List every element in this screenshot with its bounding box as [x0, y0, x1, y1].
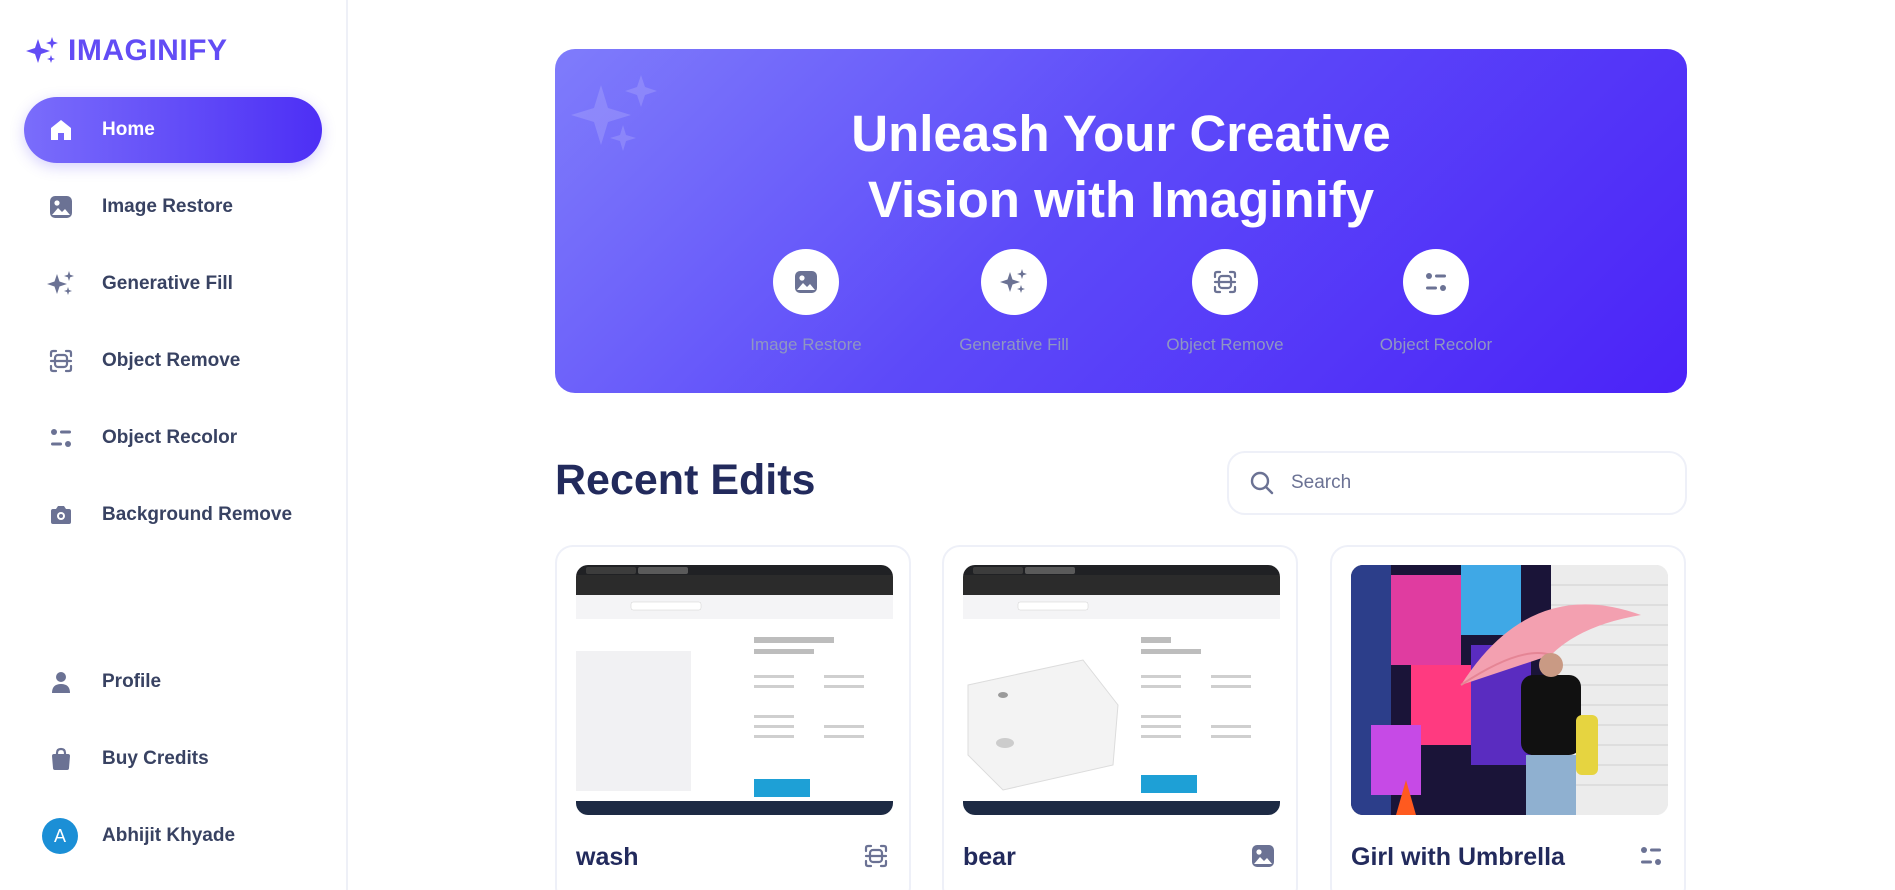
sidebar-item-label: Object Recolor: [102, 427, 238, 448]
feature-label: Object Remove: [1166, 335, 1284, 354]
sidebar-item-generative-fill[interactable]: Generative Fill: [24, 251, 322, 317]
image-icon: [44, 190, 78, 224]
sidebar-item-label: Profile: [102, 671, 162, 692]
scan-icon: [863, 843, 889, 874]
image-card-bear[interactable]: bear: [942, 545, 1298, 890]
camera-icon: [44, 498, 78, 532]
home-icon: [44, 113, 78, 147]
thumbnail-screenshot-image: [576, 565, 893, 815]
scan-icon: [1213, 270, 1237, 294]
sidebar-item-object-recolor[interactable]: Object Recolor: [24, 405, 322, 471]
sidebar-item-label: Image Restore: [102, 196, 233, 217]
image-icon: [1250, 843, 1276, 874]
sidebar-item-label: Object Remove: [102, 350, 241, 371]
feature-image-restore-button[interactable]: [773, 249, 839, 315]
sidebar-item-label: Background Remove: [102, 504, 293, 525]
scan-icon: [44, 344, 78, 378]
hero-title-line-2: Vision with Imaginify: [867, 171, 1375, 228]
feature-label: Image Restore: [750, 335, 862, 354]
filter-icon: [1638, 843, 1664, 874]
sidebar-item-buy-credits[interactable]: Buy Credits: [24, 726, 322, 792]
feature-label: Object Recolor: [1379, 335, 1493, 354]
sparkles-icon: [1000, 269, 1027, 293]
sidebar-item-profile[interactable]: Profile: [24, 649, 322, 715]
user-icon: [44, 665, 78, 699]
sidebar-item-image-restore[interactable]: Image Restore: [24, 174, 322, 240]
feature-object-recolor-button[interactable]: [1403, 249, 1469, 315]
thumbnail-photo-image: [1351, 565, 1668, 815]
logo-sparkles-icon: [26, 37, 58, 63]
filter-icon: [44, 421, 78, 455]
thumbnail-screenshot-image: [963, 565, 1280, 815]
sidebar-item-label: Home: [102, 119, 155, 140]
hero-title-line-1: Unleash Your Creative: [851, 105, 1391, 162]
sidebar: IMAGINIFY Home Image Restore Generative …: [0, 0, 348, 890]
sidebar-item-object-remove[interactable]: Object Remove: [24, 328, 322, 394]
recent-edits-title: Recent Edits: [555, 456, 816, 504]
filter-icon: [1426, 273, 1446, 291]
user-profile[interactable]: A Abhijit Khyade: [42, 818, 235, 854]
card-title: bear: [963, 843, 1016, 871]
user-name: Abhijit Khyade: [102, 825, 236, 846]
image-card-girl-with-umbrella[interactable]: Girl with Umbrella: [1330, 545, 1686, 890]
feature-object-remove[interactable]: Object Remove: [1125, 249, 1325, 355]
thumbnail-wash[interactable]: [576, 565, 893, 815]
search-icon: [1250, 471, 1274, 495]
feature-object-recolor[interactable]: Object Recolor: [1336, 249, 1536, 355]
card-title: wash: [576, 843, 639, 871]
sidebar-item-home[interactable]: Home: [24, 97, 322, 163]
image-card-wash[interactable]: wash: [555, 545, 911, 890]
search-input[interactable]: [1291, 472, 1651, 494]
search-box[interactable]: [1227, 451, 1687, 515]
app-root: IMAGINIFY Home Image Restore Generative …: [0, 0, 1895, 890]
sidebar-item-background-remove[interactable]: Background Remove: [24, 482, 322, 548]
logo[interactable]: IMAGINIFY: [24, 34, 228, 68]
thumbnail-girl-with-umbrella[interactable]: [1351, 565, 1668, 815]
image-icon: [795, 271, 817, 293]
logo-text: IMAGINIFY: [68, 34, 228, 67]
hero-title: Unleash Your Creative Vision with Imagin…: [555, 101, 1687, 233]
hero-banner: Unleash Your Creative Vision with Imagin…: [555, 49, 1687, 393]
feature-object-remove-button[interactable]: [1192, 249, 1258, 315]
card-title: Girl with Umbrella: [1351, 843, 1565, 871]
sidebar-item-label: Generative Fill: [102, 273, 233, 294]
feature-label: Generative Fill: [959, 335, 1069, 354]
avatar[interactable]: A: [42, 818, 78, 854]
bag-icon: [44, 742, 78, 776]
sparkles-icon: [44, 267, 78, 301]
feature-generative-fill-button[interactable]: [981, 249, 1047, 315]
sidebar-item-label: Buy Credits: [102, 748, 209, 769]
feature-generative-fill[interactable]: Generative Fill: [914, 249, 1114, 355]
feature-image-restore[interactable]: Image Restore: [706, 249, 906, 355]
thumbnail-bear[interactable]: [963, 565, 1280, 815]
